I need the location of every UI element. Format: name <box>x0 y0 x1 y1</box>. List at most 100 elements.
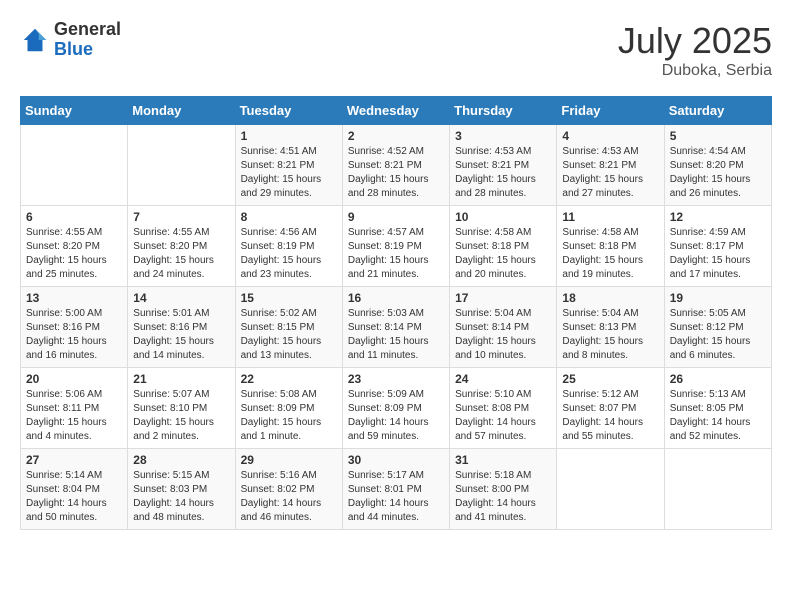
day-info: Sunrise: 5:12 AMSunset: 8:07 PMDaylight:… <box>562 388 658 444</box>
day-info: Sunrise: 4:52 AMSunset: 8:21 PMDaylight:… <box>348 145 444 201</box>
cell-week2-day6: 12Sunrise: 4:59 AMSunset: 8:17 PMDayligh… <box>664 206 771 287</box>
day-number: 2 <box>348 129 444 143</box>
cell-week4-day5: 25 Sunrise: 5:12 AMSunset: 8:07 PMDayligh… <box>557 368 664 449</box>
week-row-1: 1 Sunrise: 4:51 AMSunset: 8:21 PMDaylight… <box>21 125 772 206</box>
day-number: 11 <box>562 210 658 224</box>
col-saturday: Saturday <box>664 97 771 125</box>
col-wednesday: Wednesday <box>342 97 449 125</box>
day-number: 13 <box>26 291 122 305</box>
cell-week2-day4: 10Sunrise: 4:58 AMSunset: 8:18 PMDayligh… <box>450 206 557 287</box>
page-header: General Blue July 2025 Duboka, Serbia <box>20 20 772 80</box>
col-monday: Monday <box>128 97 235 125</box>
cell-week2-day0: 6Sunrise: 4:55 AMSunset: 8:20 PMDaylight… <box>21 206 128 287</box>
day-info: Sunrise: 5:13 AMSunset: 8:05 PMDaylight:… <box>670 388 766 444</box>
day-number: 1 <box>241 129 337 143</box>
cell-week4-day2: 22 Sunrise: 5:08 AMSunset: 8:09 PMDayligh… <box>235 368 342 449</box>
day-number: 9 <box>348 210 444 224</box>
day-info: Sunrise: 4:51 AMSunset: 8:21 PMDaylight:… <box>241 145 337 201</box>
day-info: Sunrise: 4:53 AMSunset: 8:21 PMDaylight:… <box>455 145 551 201</box>
cell-week3-day4: 17Sunrise: 5:04 AMSunset: 8:14 PMDayligh… <box>450 287 557 368</box>
day-number: 18 <box>562 291 658 305</box>
day-number: 22 <box>241 372 337 386</box>
day-info: Sunrise: 4:54 AMSunset: 8:20 PMDaylight:… <box>670 145 766 201</box>
day-info: Sunrise: 5:06 AMSunset: 8:11 PMDaylight:… <box>26 388 122 444</box>
day-number: 27 <box>26 453 122 467</box>
col-tuesday: Tuesday <box>235 97 342 125</box>
day-info: Sunrise: 5:17 AMSunset: 8:01 PMDaylight:… <box>348 469 444 525</box>
week-row-4: 20 Sunrise: 5:06 AMSunset: 8:11 PMDayligh… <box>21 368 772 449</box>
day-number: 12 <box>670 210 766 224</box>
title-block: July 2025 Duboka, Serbia <box>618 20 772 80</box>
day-info: Sunrise: 4:56 AMSunset: 8:19 PMDaylight:… <box>241 226 337 282</box>
day-number: 23 <box>348 372 444 386</box>
cell-week5-day1: 28 Sunrise: 5:15 AMSunset: 8:03 PMDayligh… <box>128 449 235 530</box>
cell-week4-day1: 21Sunrise: 5:07 AMSunset: 8:10 PMDayligh… <box>128 368 235 449</box>
logo-text: General Blue <box>54 20 121 60</box>
col-sunday: Sunday <box>21 97 128 125</box>
day-number: 7 <box>133 210 229 224</box>
day-number: 25 <box>562 372 658 386</box>
cell-week3-day6: 19Sunrise: 5:05 AMSunset: 8:12 PMDayligh… <box>664 287 771 368</box>
cell-week5-day5 <box>557 449 664 530</box>
day-info: Sunrise: 5:09 AMSunset: 8:09 PMDaylight:… <box>348 388 444 444</box>
cell-week1-day1 <box>128 125 235 206</box>
cell-week4-day0: 20 Sunrise: 5:06 AMSunset: 8:11 PMDayligh… <box>21 368 128 449</box>
day-number: 24 <box>455 372 551 386</box>
calendar-body: 1 Sunrise: 4:51 AMSunset: 8:21 PMDaylight… <box>21 125 772 530</box>
day-info: Sunrise: 4:57 AMSunset: 8:19 PMDaylight:… <box>348 226 444 282</box>
day-info: Sunrise: 5:01 AMSunset: 8:16 PMDaylight:… <box>133 307 229 363</box>
day-info: Sunrise: 4:58 AMSunset: 8:18 PMDaylight:… <box>455 226 551 282</box>
day-number: 3 <box>455 129 551 143</box>
day-number: 4 <box>562 129 658 143</box>
day-info: Sunrise: 5:14 AMSunset: 8:04 PMDaylight:… <box>26 469 122 525</box>
cell-week3-day1: 14Sunrise: 5:01 AMSunset: 8:16 PMDayligh… <box>128 287 235 368</box>
cell-week4-day4: 24Sunrise: 5:10 AMSunset: 8:08 PMDayligh… <box>450 368 557 449</box>
calendar-table: Sunday Monday Tuesday Wednesday Thursday… <box>20 96 772 530</box>
day-info: Sunrise: 5:00 AMSunset: 8:16 PMDaylight:… <box>26 307 122 363</box>
day-info: Sunrise: 5:16 AMSunset: 8:02 PMDaylight:… <box>241 469 337 525</box>
cell-week5-day2: 29 Sunrise: 5:16 AMSunset: 8:02 PMDayligh… <box>235 449 342 530</box>
cell-week3-day2: 15Sunrise: 5:02 AMSunset: 8:15 PMDayligh… <box>235 287 342 368</box>
day-number: 20 <box>26 372 122 386</box>
week-row-2: 6 Sunrise: 4:55 AMSunset: 8:20 PMDaylight… <box>21 206 772 287</box>
logo: General Blue <box>20 20 121 60</box>
cell-week2-day5: 11 Sunrise: 4:58 AMSunset: 8:18 PMDayligh… <box>557 206 664 287</box>
cell-week1-day3: 2 Sunrise: 4:52 AMSunset: 8:21 PMDaylight… <box>342 125 449 206</box>
day-number: 6 <box>26 210 122 224</box>
cell-week5-day4: 31Sunrise: 5:18 AMSunset: 8:00 PMDayligh… <box>450 449 557 530</box>
cell-week3-day0: 13 Sunrise: 5:00 AMSunset: 8:16 PMDayligh… <box>21 287 128 368</box>
day-info: Sunrise: 4:55 AMSunset: 8:20 PMDaylight:… <box>133 226 229 282</box>
cell-week1-day6: 5Sunrise: 4:54 AMSunset: 8:20 PMDaylight… <box>664 125 771 206</box>
day-info: Sunrise: 5:15 AMSunset: 8:03 PMDaylight:… <box>133 469 229 525</box>
logo-icon <box>20 25 50 55</box>
day-number: 21 <box>133 372 229 386</box>
day-number: 30 <box>348 453 444 467</box>
day-info: Sunrise: 5:04 AMSunset: 8:13 PMDaylight:… <box>562 307 658 363</box>
day-info: Sunrise: 5:04 AMSunset: 8:14 PMDaylight:… <box>455 307 551 363</box>
cell-week2-day2: 8 Sunrise: 4:56 AMSunset: 8:19 PMDaylight… <box>235 206 342 287</box>
day-info: Sunrise: 4:53 AMSunset: 8:21 PMDaylight:… <box>562 145 658 201</box>
day-number: 31 <box>455 453 551 467</box>
day-number: 29 <box>241 453 337 467</box>
cell-week1-day2: 1 Sunrise: 4:51 AMSunset: 8:21 PMDaylight… <box>235 125 342 206</box>
col-thursday: Thursday <box>450 97 557 125</box>
day-info: Sunrise: 4:58 AMSunset: 8:18 PMDaylight:… <box>562 226 658 282</box>
cell-week4-day3: 23 Sunrise: 5:09 AMSunset: 8:09 PMDayligh… <box>342 368 449 449</box>
cell-week3-day5: 18 Sunrise: 5:04 AMSunset: 8:13 PMDayligh… <box>557 287 664 368</box>
day-info: Sunrise: 5:02 AMSunset: 8:15 PMDaylight:… <box>241 307 337 363</box>
day-number: 19 <box>670 291 766 305</box>
day-info: Sunrise: 5:08 AMSunset: 8:09 PMDaylight:… <box>241 388 337 444</box>
cell-week1-day4: 3 Sunrise: 4:53 AMSunset: 8:21 PMDaylight… <box>450 125 557 206</box>
week-row-5: 27 Sunrise: 5:14 AMSunset: 8:04 PMDayligh… <box>21 449 772 530</box>
header-row: Sunday Monday Tuesday Wednesday Thursday… <box>21 97 772 125</box>
month-year: July 2025 <box>618 20 772 62</box>
day-number: 26 <box>670 372 766 386</box>
logo-blue: Blue <box>54 40 121 60</box>
cell-week3-day3: 16Sunrise: 5:03 AMSunset: 8:14 PMDayligh… <box>342 287 449 368</box>
cell-week2-day1: 7 Sunrise: 4:55 AMSunset: 8:20 PMDaylight… <box>128 206 235 287</box>
cell-week5-day3: 30 Sunrise: 5:17 AMSunset: 8:01 PMDayligh… <box>342 449 449 530</box>
week-row-3: 13 Sunrise: 5:00 AMSunset: 8:16 PMDayligh… <box>21 287 772 368</box>
day-number: 8 <box>241 210 337 224</box>
cell-week1-day5: 4 Sunrise: 4:53 AMSunset: 8:21 PMDaylight… <box>557 125 664 206</box>
day-number: 28 <box>133 453 229 467</box>
